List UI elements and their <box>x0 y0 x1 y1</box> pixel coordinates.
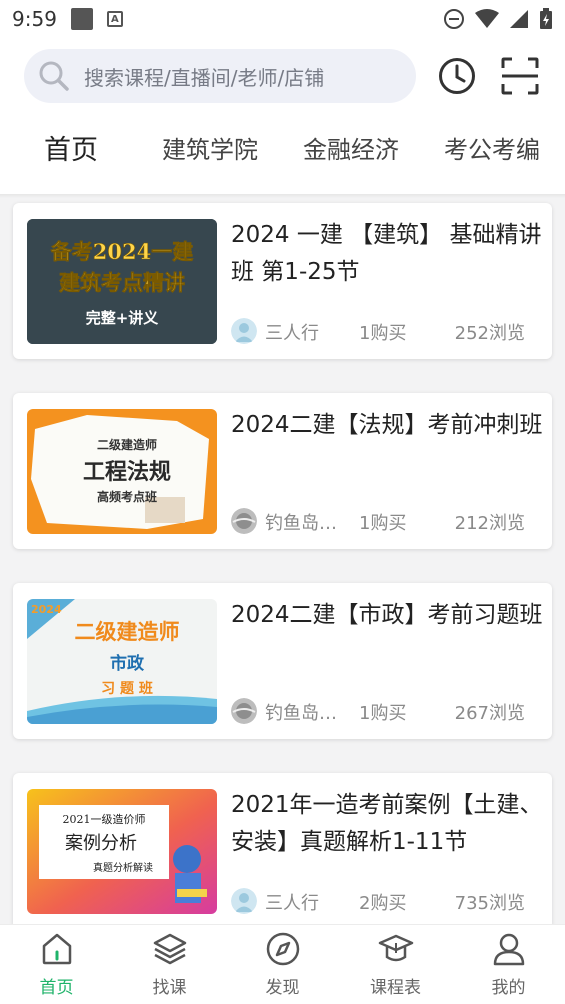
course-thumbnail: 二级建造师 工程法规 高频考点班 <box>27 409 217 534</box>
thumb-text: 二级建造师 <box>75 620 180 644</box>
course-card[interactable]: 二级建造师 工程法规 高频考点班 2024二建【法规】考前冲刺班 钓鱼岛上...… <box>13 393 552 549</box>
status-time: 9:59 <box>12 7 57 31</box>
course-buys: 1购买 <box>359 323 407 344</box>
course-views: 212浏览 <box>454 513 525 534</box>
course-author: 钓鱼岛上... <box>265 703 353 724</box>
bottom-nav: 首页 找课 发现 课程表 我的 <box>0 924 565 1004</box>
nav-find-course[interactable]: 找课 <box>113 925 226 1004</box>
scan-button[interactable] <box>498 54 542 98</box>
thumb-text: 习 题 班 <box>101 680 153 697</box>
thumb-text: 2021一级造价师 <box>63 812 146 826</box>
course-card[interactable]: 2024 二级建造师 市政 习 题 班 2024二建【市政】考前习题班 钓鱼岛上… <box>13 583 552 739</box>
thumb-text: 工程法规 <box>83 460 171 485</box>
course-views: 267浏览 <box>454 703 525 724</box>
status-right-icons <box>443 8 553 30</box>
status-bar: 9:59 A <box>0 0 565 38</box>
scan-icon <box>501 57 539 95</box>
course-title: 2024二建【市政】考前习题班 <box>231 602 543 628</box>
course-meta: 钓鱼岛上... 1购买 267浏览 <box>231 697 531 725</box>
course-author: 三人行 <box>265 323 319 344</box>
thumbnail-art: 2024 二级建造师 市政 习 题 班 <box>27 599 217 724</box>
layers-icon <box>153 933 186 965</box>
thumb-text: 2024 <box>31 603 62 616</box>
course-views: 735浏览 <box>454 893 525 914</box>
course-meta: 三人行 2购买 735浏览 <box>231 887 531 915</box>
course-meta: 三人行 1购买 252浏览 <box>231 317 531 345</box>
avatar <box>231 508 257 534</box>
wifi-icon <box>475 9 499 28</box>
thumbnail-art: 二级建造师 工程法规 高频考点班 <box>27 409 217 534</box>
category-tabs: 首页 建筑学院 金融经济 考公考编 <box>0 130 565 170</box>
app-notification-icon: A <box>106 11 123 27</box>
course-thumbnail: 备考2024一建 建筑考点精讲 完整+讲义 <box>27 219 217 344</box>
course-views: 252浏览 <box>454 323 525 344</box>
tab-architecture[interactable]: 建筑学院 <box>162 130 258 165</box>
header: 搜索课程/直播间/老师/店铺 首页 建筑学院 金融经济 考公考编 <box>0 38 565 194</box>
thumb-text: 备考2024一建 <box>50 239 193 264</box>
course-meta: 钓鱼岛上... 1购买 212浏览 <box>231 507 531 535</box>
tab-finance[interactable]: 金融经济 <box>303 130 399 165</box>
course-author: 三人行 <box>265 893 319 914</box>
compass-icon <box>266 932 299 966</box>
search-icon <box>39 61 69 91</box>
nav-label: 首页 <box>39 978 74 998</box>
notification-square-icon <box>70 8 93 30</box>
nav-profile[interactable]: 我的 <box>452 925 565 1004</box>
nav-label: 课程表 <box>370 978 421 998</box>
course-author: 钓鱼岛上... <box>265 513 353 534</box>
course-buys: 1购买 <box>359 513 407 534</box>
history-button[interactable] <box>435 54 479 98</box>
search-placeholder: 搜索课程/直播间/老师/店铺 <box>84 65 325 90</box>
thumb-text: 真题分析解读 <box>93 861 153 874</box>
nav-label: 发现 <box>265 978 300 998</box>
avatar <box>231 698 257 724</box>
nav-label: 找课 <box>152 978 187 998</box>
thumbnail-art: 2021一级造价师 案例分析 真题分析解读 <box>27 789 217 914</box>
avatar <box>231 888 257 914</box>
thumbnail-art: 备考2024一建 建筑考点精讲 完整+讲义 <box>27 219 217 344</box>
course-card[interactable]: 备考2024一建 建筑考点精讲 完整+讲义 2024 一建 【建筑】 基础精讲班… <box>13 203 552 359</box>
nav-schedule[interactable]: 课程表 <box>339 925 452 1004</box>
thumb-text: 市政 <box>110 653 145 674</box>
tab-home[interactable]: 首页 <box>44 128 98 167</box>
battery-icon <box>540 8 552 29</box>
avatar <box>231 318 257 344</box>
thumb-text: 二级建造师 <box>97 437 157 452</box>
nav-label: 我的 <box>491 978 526 998</box>
user-icon <box>493 933 524 966</box>
course-buys: 2购买 <box>359 893 407 914</box>
dnd-icon <box>444 9 464 29</box>
course-thumbnail: 2021一级造价师 案例分析 真题分析解读 <box>27 789 217 914</box>
graduation-cap-icon <box>378 934 413 962</box>
course-thumbnail: 2024 二级建造师 市政 习 题 班 <box>27 599 217 724</box>
course-card[interactable]: 2021一级造价师 案例分析 真题分析解读 2021年一造考前案例【土建、安装】… <box>13 773 552 924</box>
course-title: 2021年一造考前案例【土建、安装】真题解析1-11节 <box>231 792 543 855</box>
thumb-text: 建筑考点精讲 <box>59 270 185 295</box>
nav-discover[interactable]: 发现 <box>226 925 339 1004</box>
search-bar[interactable]: 搜索课程/直播间/老师/店铺 <box>24 49 416 103</box>
thumb-text: 案例分析 <box>65 833 137 854</box>
course-buys: 1购买 <box>359 703 407 724</box>
thumb-text: 完整+讲义 <box>86 309 159 327</box>
clock-icon <box>439 58 475 94</box>
tab-civil-service[interactable]: 考公考编 <box>444 130 540 165</box>
signal-icon <box>510 10 528 28</box>
course-title: 2024 一建 【建筑】 基础精讲班 第1-25节 <box>231 222 542 285</box>
home-icon <box>42 933 71 965</box>
course-list: 备考2024一建 建筑考点精讲 完整+讲义 2024 一建 【建筑】 基础精讲班… <box>0 198 565 924</box>
thumb-text: 高频考点班 <box>97 489 157 504</box>
course-title: 2024二建【法规】考前冲刺班 <box>231 412 543 438</box>
nav-home[interactable]: 首页 <box>0 925 113 1004</box>
